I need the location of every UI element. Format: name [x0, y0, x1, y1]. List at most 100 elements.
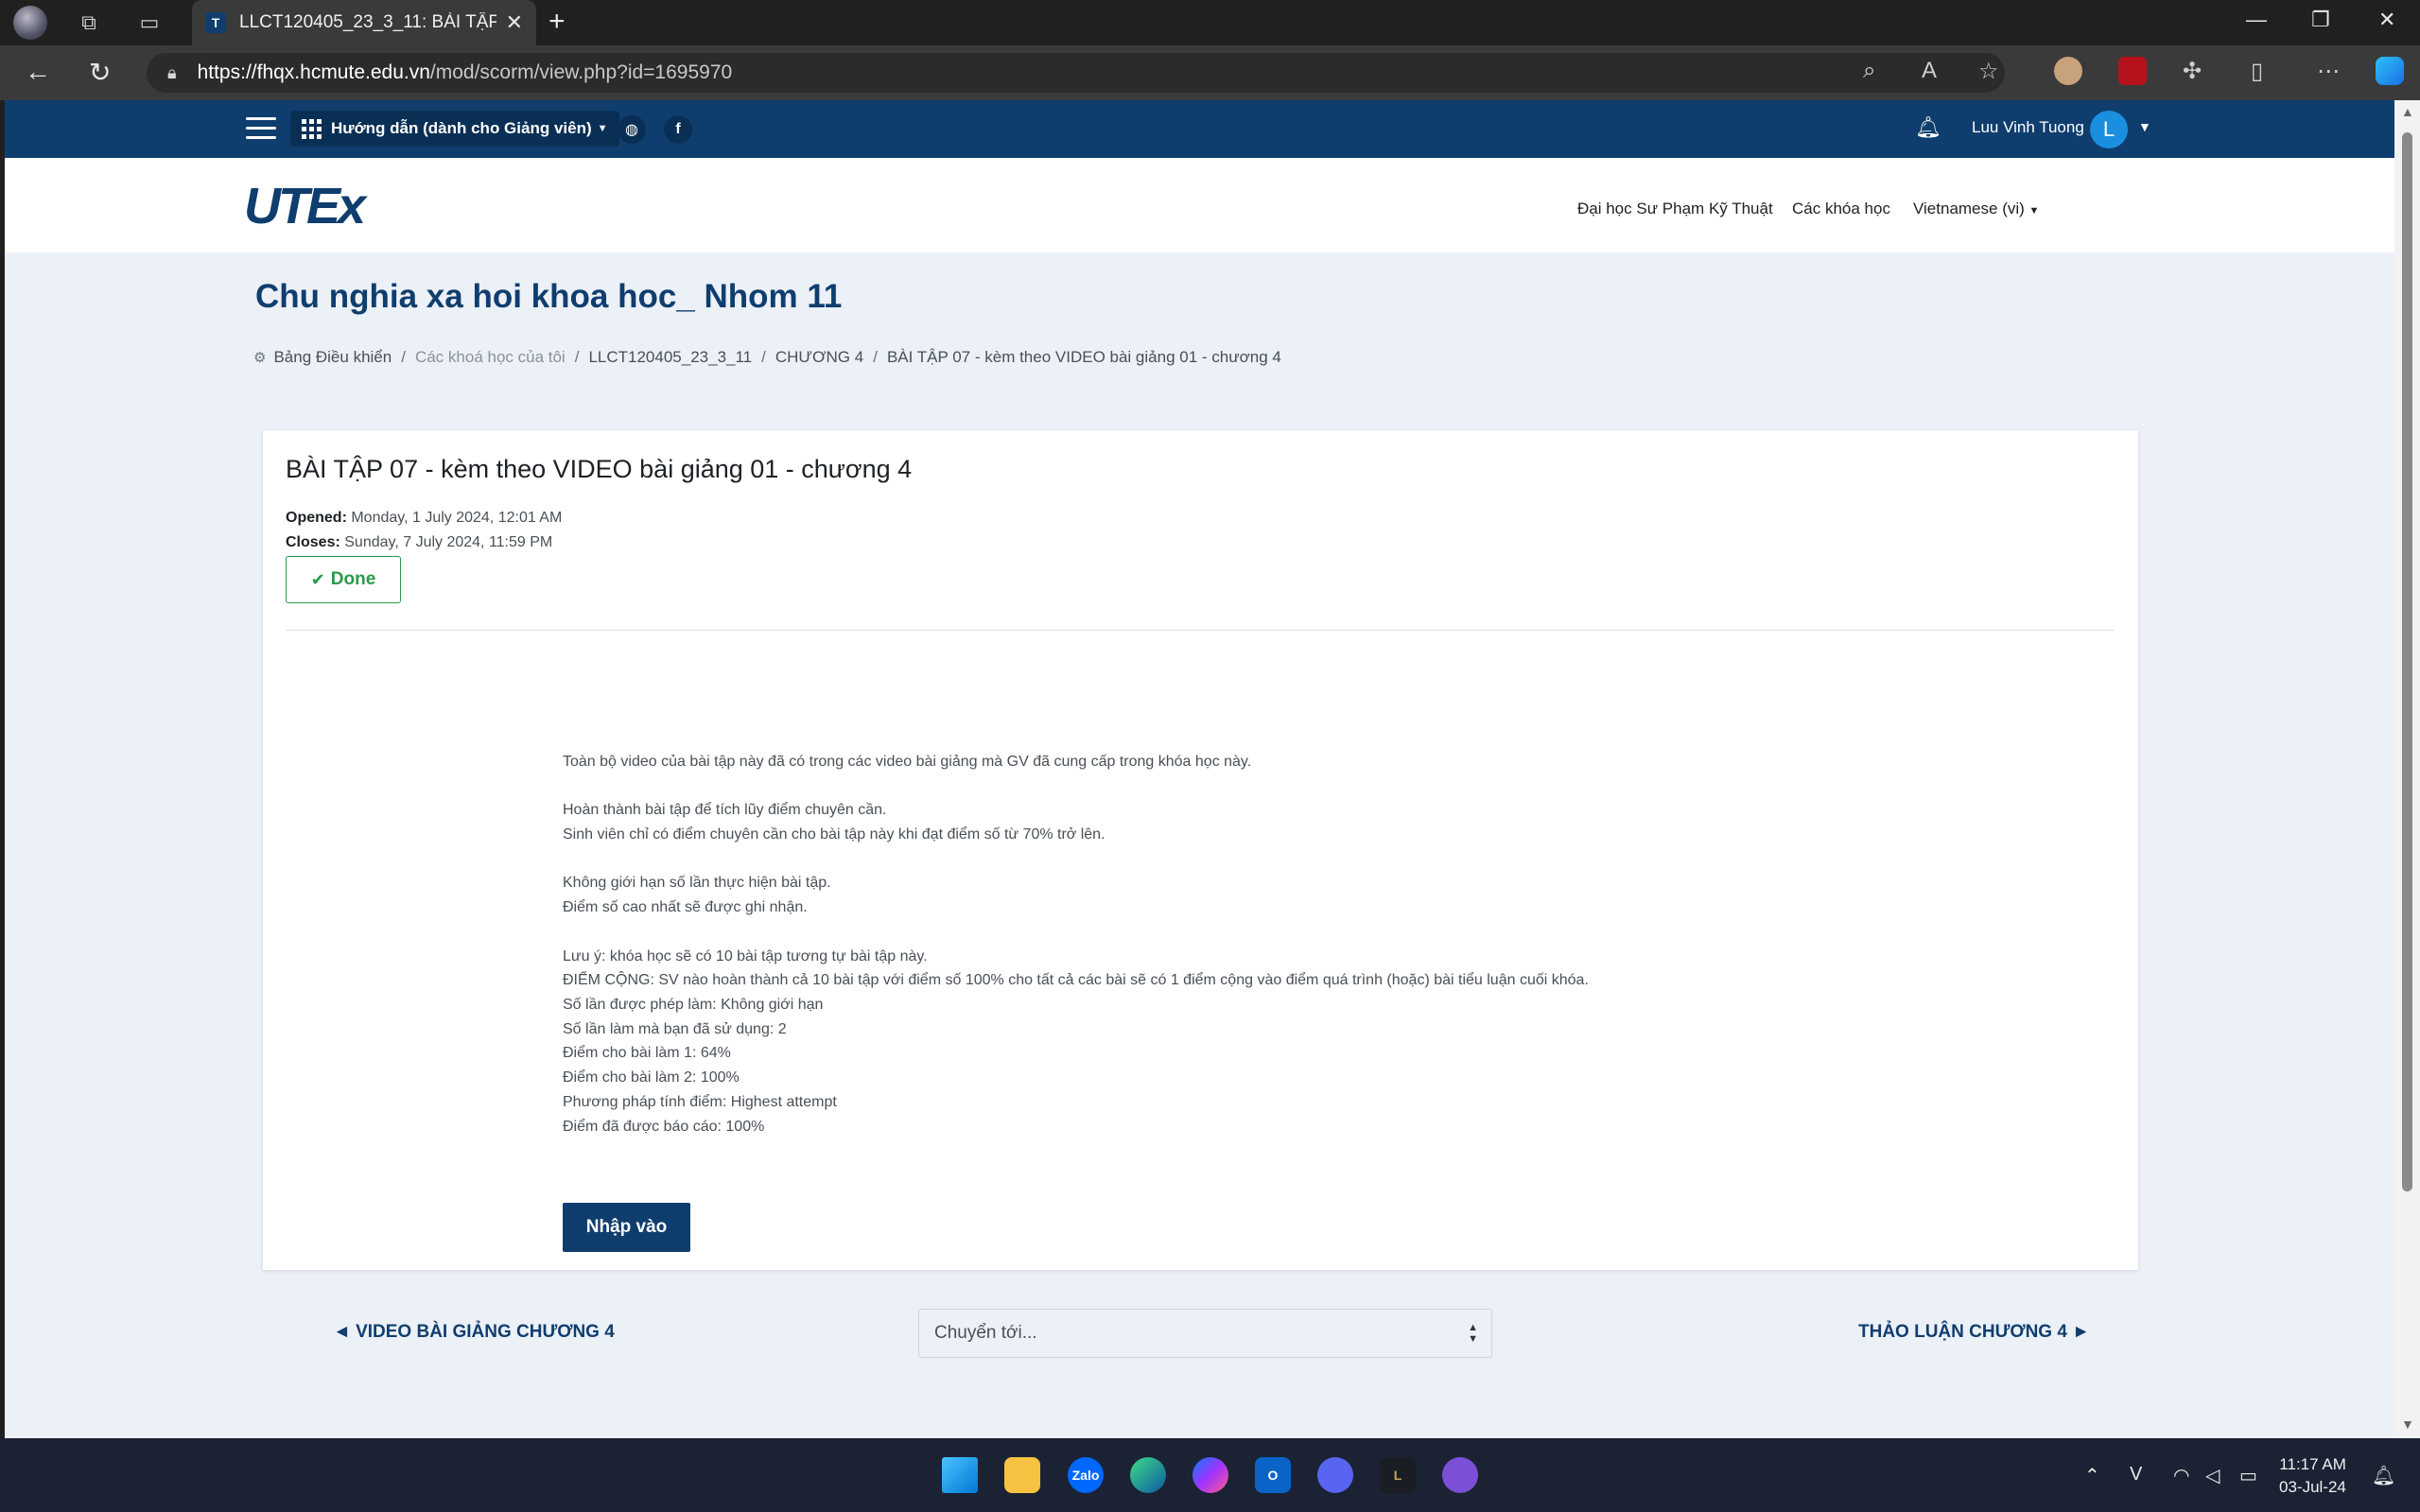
description-line: Số lần làm mà bạn đã sử dụng: 2 — [563, 1020, 787, 1037]
previous-activity-link[interactable]: ◄ VIDEO BÀI GIẢNG CHƯƠNG 4 — [333, 1322, 615, 1343]
minimize-icon[interactable]: — — [2246, 8, 2267, 32]
chevron-down-icon: ▼ — [2028, 205, 2040, 217]
browser-address-bar: ← ↻ 🔒︎ https://fhqx.hcmute.edu.vn/mod/sc… — [0, 45, 2420, 100]
user-avatar[interactable]: L — [2090, 111, 2128, 148]
guide-dropdown-button[interactable]: Hướng dẫn (dành cho Giảng viên) ▼ — [290, 111, 619, 147]
extension-glasses-icon[interactable] — [2054, 57, 2082, 85]
restore-icon[interactable]: ❐ — [2311, 8, 2330, 32]
volume-icon[interactable]: ◁ — [2205, 1464, 2220, 1487]
url-field[interactable]: 🔒︎ https://fhqx.hcmute.edu.vn/mod/scorm/… — [147, 53, 2005, 93]
outlook-icon[interactable]: O — [1255, 1457, 1291, 1493]
url-path: /mod/scorm/view.php?id=1695970 — [429, 61, 733, 83]
battery-icon[interactable]: ▭ — [2239, 1464, 2257, 1487]
extensions-puzzle-icon[interactable]: ✣ — [2183, 58, 2202, 85]
site-logo[interactable]: UTEx — [244, 177, 366, 235]
nav-link-courses[interactable]: Các khóa học — [1792, 200, 1890, 218]
language-label: Vietnamese (vi) — [1913, 200, 2025, 217]
page-scrollbar[interactable]: ▲ ▼ — [2394, 100, 2420, 1438]
league-of-legends-icon[interactable]: L — [1380, 1457, 1416, 1493]
zalo-icon[interactable]: Zalo — [1068, 1457, 1104, 1493]
tab-title: LLCT120405_23_3_11: BÀI TẬP 07 — [239, 12, 496, 32]
copilot-icon[interactable] — [2376, 57, 2404, 85]
guide-label: Hướng dẫn (dành cho Giảng viên) — [331, 119, 592, 137]
activity-card: BÀI TẬP 07 - kèm theo VIDEO bài giảng 01… — [263, 430, 2138, 1358]
messenger-icon[interactable] — [1193, 1457, 1228, 1493]
apps-grid-icon — [302, 118, 322, 139]
favorite-star-icon[interactable]: ☆ — [1978, 58, 1999, 85]
breadcrumb: ⚙︎ Bảng Điều khiển / Các khoá học của tô… — [253, 348, 1281, 367]
clock-date: 03-Jul-24 — [2279, 1478, 2346, 1496]
user-menu-caret-icon[interactable]: ▼ — [2138, 119, 2151, 134]
tray-overflow-chevron-icon[interactable]: ⌃ — [2084, 1464, 2100, 1487]
description-line: Điểm cho bài làm 2: 100% — [563, 1069, 740, 1086]
breadcrumb-item-dashboard[interactable]: Bảng Điều khiển — [273, 348, 392, 367]
next-activity-link[interactable]: THẢO LUẬN CHƯƠNG 4 ► — [1858, 1322, 2090, 1343]
description-line: Điểm cho bài làm 1: 64% — [563, 1045, 731, 1062]
tab-actions-icon[interactable]: ▭ — [132, 8, 166, 38]
jump-to-select[interactable]: Chuyển tới... ▲ ▼ — [918, 1309, 1492, 1358]
browser-tab-active[interactable]: T LLCT120405_23_3_11: BÀI TẬP 07 ✕ — [192, 0, 536, 45]
nav-link-university[interactable]: Đại học Sư Phạm Kỹ Thuật — [1577, 200, 1773, 218]
back-icon[interactable]: ← — [25, 57, 51, 87]
extension-ublock-icon[interactable] — [2118, 57, 2147, 85]
edge-browser-icon[interactable] — [1130, 1457, 1166, 1493]
scroll-down-icon[interactable]: ▼ — [2401, 1416, 2414, 1432]
breadcrumb-item-my-courses[interactable]: Các khoá học của tôi — [415, 348, 566, 367]
enter-button[interactable]: Nhập vào — [563, 1203, 690, 1252]
checkmark-icon: ✔ — [310, 569, 325, 589]
zoom-icon[interactable]: ⌕ — [1863, 58, 1875, 84]
page-viewport: Hướng dẫn (dành cho Giảng viên) ▼ ◍ f 🔔︎… — [5, 100, 2394, 1438]
start-menu-icon[interactable] — [942, 1457, 978, 1493]
breadcrumb-item-activity[interactable]: BÀI TẬP 07 - kèm theo VIDEO bài giảng 01… — [887, 348, 1281, 367]
new-tab-icon[interactable]: + — [548, 6, 566, 38]
opened-label: Opened: — [286, 510, 347, 526]
dashboard-icon: ⚙︎ — [253, 350, 267, 366]
browser-profile-avatar[interactable] — [13, 6, 47, 40]
file-explorer-icon[interactable] — [1004, 1457, 1040, 1493]
jump-to-placeholder: Chuyển tới... — [934, 1323, 1037, 1343]
scrollbar-thumb[interactable] — [2402, 132, 2412, 1191]
opened-value: Monday, 1 July 2024, 12:01 AM — [351, 510, 563, 526]
description-line: Phương pháp tính điểm: Highest attempt — [563, 1093, 837, 1110]
wifi-icon[interactable]: ◠ — [2173, 1464, 2189, 1487]
activity-title: BÀI TẬP 07 - kèm theo VIDEO bài giảng 01… — [286, 455, 913, 483]
taskbar-clock[interactable]: 11:17 AM 03-Jul-24 — [2279, 1453, 2346, 1499]
facebook-icon[interactable]: f — [664, 115, 692, 144]
close-tab-icon[interactable]: ✕ — [506, 10, 523, 35]
description-line: Điểm đã được báo cáo: 100% — [563, 1118, 765, 1135]
tab-favicon: T — [205, 12, 226, 33]
done-label: Done — [330, 569, 376, 589]
discord-icon[interactable] — [1317, 1457, 1353, 1493]
refresh-icon[interactable]: ↻ — [89, 57, 111, 88]
read-aloud-icon[interactable]: A — [1922, 58, 1937, 84]
globe-icon[interactable]: ◍ — [618, 115, 646, 144]
scroll-up-icon[interactable]: ▲ — [2401, 104, 2414, 119]
url-host: https://fhqx.hcmute.edu.vn — [197, 61, 430, 83]
breadcrumb-separator: / — [873, 348, 878, 366]
description-line: Toàn bộ video của bài tập này đã có tron… — [563, 754, 1252, 770]
language-selector[interactable]: Vietnamese (vi) ▼ — [1913, 200, 2039, 218]
breadcrumb-separator: / — [761, 348, 766, 366]
breadcrumb-item-section[interactable]: CHƯƠNG 4 — [775, 348, 863, 367]
description-line: Không giới hạn số lần thực hiện bài tập. — [563, 875, 831, 892]
notification-bell-icon[interactable]: 🔔︎ — [1915, 115, 1941, 140]
vpn-tray-icon[interactable]: V — [2130, 1464, 2142, 1486]
activity-dates: Opened: Monday, 1 July 2024, 12:01 AM Cl… — [286, 506, 562, 555]
description-line: Lưu ý: khóa học sẽ có 10 bài tập tương t… — [563, 947, 928, 965]
close-window-icon[interactable]: ✕ — [2378, 8, 2395, 32]
breadcrumb-item-course[interactable]: LLCT120405_23_3_11 — [588, 348, 752, 367]
workspaces-icon[interactable]: ⧉ — [72, 8, 106, 38]
site-top-navbar: Hướng dẫn (dành cho Giảng viên) ▼ ◍ f 🔔︎… — [5, 100, 2394, 158]
clock-time: 11:17 AM — [2279, 1455, 2346, 1473]
notification-center-icon[interactable]: 🔔︎ — [2372, 1464, 2395, 1487]
completion-done-badge[interactable]: ✔ Done — [286, 556, 401, 603]
split-screen-icon[interactable]: ▯ — [2251, 58, 2263, 85]
purple-app-icon[interactable] — [1442, 1457, 1478, 1493]
lock-icon: 🔒︎ — [167, 62, 177, 82]
user-name[interactable]: Luu Vinh Tuong — [1972, 118, 2084, 137]
more-options-icon[interactable]: ⋯ — [2317, 58, 2340, 85]
description-line: Điểm số cao nhất sẽ được ghi nhận. — [563, 899, 808, 916]
hamburger-menu-icon[interactable] — [246, 117, 276, 140]
